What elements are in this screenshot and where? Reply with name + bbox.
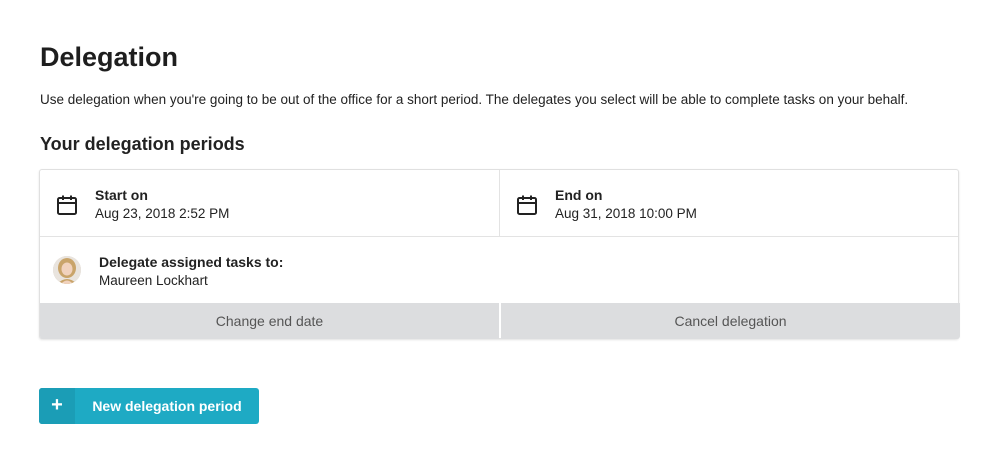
page-description: Use delegation when you're going to be o… xyxy=(40,92,909,107)
dates-row: Start on Aug 23, 2018 2:52 PM End on Aug… xyxy=(40,170,958,237)
cancel-delegation-button[interactable]: Cancel delegation xyxy=(501,303,960,339)
end-date-value: Aug 31, 2018 10:00 PM xyxy=(555,206,697,221)
actions-row: Change end date Cancel delegation xyxy=(40,303,960,339)
delegate-label: Delegate assigned tasks to: xyxy=(99,254,284,270)
plus-icon: + xyxy=(39,388,75,424)
end-date-label: End on xyxy=(555,187,603,203)
end-date-cell: End on Aug 31, 2018 10:00 PM xyxy=(500,170,958,237)
delegation-period-card: Start on Aug 23, 2018 2:52 PM End on Aug… xyxy=(39,169,960,339)
start-date-label: Start on xyxy=(95,187,148,203)
change-end-date-button[interactable]: Change end date xyxy=(40,303,499,339)
new-delegation-period-button[interactable]: + New delegation period xyxy=(39,388,259,424)
calendar-icon xyxy=(57,195,77,215)
section-title: Your delegation periods xyxy=(40,134,245,154)
avatar-image xyxy=(53,256,81,284)
avatar xyxy=(53,256,81,284)
page-title: Delegation xyxy=(40,42,179,72)
start-date-cell: Start on Aug 23, 2018 2:52 PM xyxy=(40,170,500,237)
new-delegation-period-label: New delegation period xyxy=(92,398,242,414)
calendar-icon xyxy=(517,195,537,215)
start-date-value: Aug 23, 2018 2:52 PM xyxy=(95,206,230,221)
delegate-name: Maureen Lockhart xyxy=(99,273,208,288)
delegate-row: Delegate assigned tasks to: Maureen Lock… xyxy=(40,237,958,303)
